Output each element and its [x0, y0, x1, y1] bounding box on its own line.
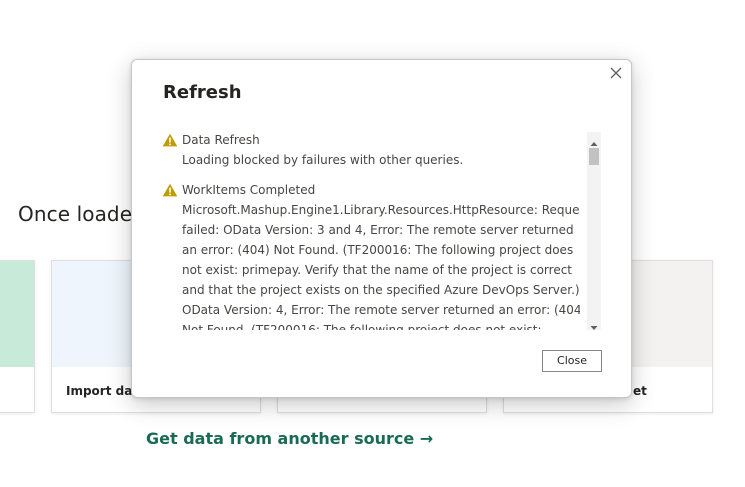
message-body: Microsoft.Mashup.Engine1.Library.Resourc…: [182, 203, 580, 330]
warning-icon: [162, 132, 178, 147]
data-source-card[interactable]: [0, 260, 35, 413]
close-button[interactable]: Close: [542, 350, 602, 372]
message-list: Data Refresh Loading blocked by failures…: [160, 130, 580, 330]
page: Once loaded Import dat et Get data from …: [0, 0, 745, 487]
scroll-up-arrow-icon[interactable]: [590, 134, 598, 146]
dialog-title: Refresh: [163, 82, 242, 103]
get-data-link[interactable]: Get data from another source →: [146, 429, 433, 448]
message-title: Data Refresh: [182, 133, 260, 147]
card-label: et: [633, 384, 647, 398]
warning-icon: [162, 182, 178, 197]
vertical-scrollbar[interactable]: [587, 132, 601, 330]
card-illustration: [0, 261, 34, 367]
close-icon[interactable]: [607, 64, 625, 82]
refresh-dialog: Refresh Data Refresh Loading blocked by …: [131, 59, 632, 398]
card-label: Import dat: [66, 384, 139, 398]
message-title: WorkItems Completed: [182, 183, 316, 197]
section-heading: Once loaded: [18, 202, 145, 226]
message-item: WorkItems Completed Microsoft.Mashup.Eng…: [160, 180, 580, 330]
message-body: Loading blocked by failures with other q…: [182, 153, 464, 167]
scrollbar-thumb[interactable]: [589, 148, 599, 165]
scroll-down-arrow-icon[interactable]: [590, 318, 598, 330]
message-item: Data Refresh Loading blocked by failures…: [160, 130, 580, 170]
